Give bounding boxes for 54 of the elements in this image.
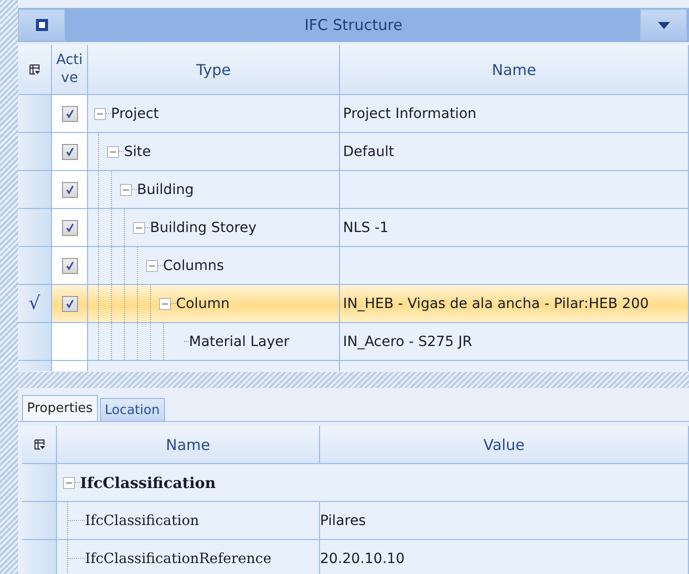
dropdown-button[interactable] xyxy=(640,9,687,41)
collapse-toggle[interactable] xyxy=(120,184,132,196)
property-name: IfcClassificationReference xyxy=(85,550,272,566)
column-chooser-icon xyxy=(34,439,44,450)
column-header[interactable]: Name xyxy=(57,426,320,464)
check-icon xyxy=(64,298,74,308)
property-value: 20.20.10.10 xyxy=(320,550,405,566)
group-title: IfcClassification xyxy=(80,474,216,492)
column-header[interactable]: Value xyxy=(320,426,689,464)
property-value: Pilares xyxy=(320,512,366,528)
check-icon xyxy=(64,260,74,270)
name-text: Project Information xyxy=(342,106,476,122)
tab[interactable]: Location xyxy=(100,398,165,421)
check-icon xyxy=(64,108,74,118)
collapse-toggle[interactable] xyxy=(159,298,171,310)
check-icon xyxy=(64,146,74,156)
checkbox[interactable] xyxy=(62,296,78,312)
column-chooser-button[interactable] xyxy=(18,45,52,95)
name-text: IN_Acero - S275 JR xyxy=(342,334,472,350)
check-icon xyxy=(64,184,74,194)
check-icon xyxy=(64,222,74,232)
caret-icon xyxy=(658,22,670,28)
column-chooser-icon xyxy=(29,64,40,75)
type-text: Project xyxy=(111,106,159,122)
column-header[interactable]: Name xyxy=(340,45,689,95)
checkbox[interactable] xyxy=(62,258,78,274)
name-text: NLS -1 xyxy=(342,220,389,236)
type-text: Columns xyxy=(163,258,224,274)
type-text: Site xyxy=(124,144,151,160)
collapse-toggle[interactable] xyxy=(107,146,119,158)
collapse-toggle[interactable] xyxy=(133,222,145,234)
tab[interactable]: Properties xyxy=(22,395,98,421)
collapse-toggle[interactable] xyxy=(63,476,75,488)
panel-title: IFC Structure xyxy=(304,16,403,34)
checkbox[interactable] xyxy=(62,106,78,122)
group-row[interactable]: IfcClassification xyxy=(57,464,689,502)
column-header[interactable]: Type xyxy=(88,45,340,95)
checkbox[interactable] xyxy=(62,144,78,160)
checkbox[interactable] xyxy=(62,182,78,198)
type-text: Building Storey xyxy=(150,220,257,236)
type-text: Building xyxy=(137,182,194,198)
type-text: Column xyxy=(176,296,230,312)
property-name: IfcClassification xyxy=(85,512,200,528)
type-text: Material Layer xyxy=(189,334,290,350)
checkbox[interactable] xyxy=(62,220,78,236)
column-chooser-button[interactable] xyxy=(22,426,57,464)
collapse-toggle[interactable] xyxy=(94,108,106,120)
name-text: Default xyxy=(342,144,394,160)
row-header[interactable]: √ xyxy=(18,285,52,323)
current-row-mark: √ xyxy=(28,293,40,314)
column-header[interactable]: Active xyxy=(52,45,88,95)
pin-button[interactable] xyxy=(18,9,65,41)
name-text: IN_HEB - Vigas de ala ancha - Pilar:HEB 200 xyxy=(342,296,649,312)
collapse-toggle[interactable] xyxy=(146,260,158,272)
